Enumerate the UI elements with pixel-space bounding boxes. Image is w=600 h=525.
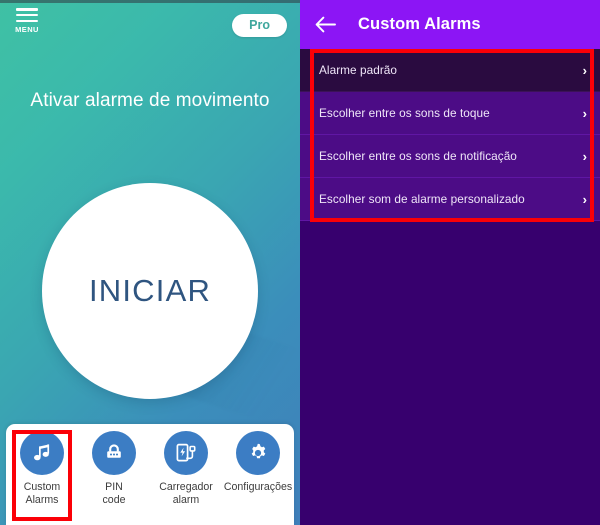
nav-item-pin-code[interactable]: PIN code xyxy=(80,431,148,506)
app-bar-title: Custom Alarms xyxy=(358,15,481,33)
list-item[interactable]: Alarme padrão › xyxy=(300,49,600,92)
nav-item-settings[interactable]: Configurações xyxy=(224,431,292,494)
chevron-right-icon: › xyxy=(582,191,587,207)
nav-item-custom-alarms[interactable]: Custom Alarms xyxy=(8,431,76,506)
nav-label-line1: PIN xyxy=(105,481,123,493)
list-item-label: Escolher entre os sons de notificação xyxy=(319,149,517,163)
start-button-label: INICIAR xyxy=(88,273,212,308)
pro-badge-button[interactable]: Pro xyxy=(232,14,287,37)
nav-label-line1: Carregador xyxy=(159,481,213,493)
status-bar-strip xyxy=(0,0,300,3)
list-item[interactable]: Escolher som de alarme personalizado › xyxy=(300,178,600,221)
chevron-right-icon: › xyxy=(582,148,587,164)
list-item-label: Escolher som de alarme personalizado xyxy=(319,192,525,206)
app-bar: Custom Alarms xyxy=(300,0,600,49)
bottom-nav-bar: Custom Alarms PIN code Carregador alarm … xyxy=(6,424,294,525)
chevron-right-icon: › xyxy=(582,105,587,121)
music-note-icon xyxy=(20,431,64,475)
nav-label-line1: Configurações xyxy=(223,481,293,493)
arrow-left-icon[interactable] xyxy=(312,12,338,38)
menu-label: MENU xyxy=(15,25,39,35)
list-item-label: Alarme padrão xyxy=(319,63,398,77)
list-item[interactable]: Escolher entre os sons de notificação › xyxy=(300,135,600,178)
hamburger-menu-icon xyxy=(16,8,38,25)
nav-label-line2: code xyxy=(102,493,126,506)
motion-alarm-screen: MENU Pro Ativar alarme de movimento INIC… xyxy=(0,0,300,525)
nav-item-charger-alarm[interactable]: Carregador alarm xyxy=(152,431,220,506)
alarm-options-list: Alarme padrão › Escolher entre os sons d… xyxy=(300,49,600,221)
pin-lock-icon xyxy=(92,431,136,475)
nav-label-settings: Configurações xyxy=(224,481,292,494)
custom-alarms-screen: Custom Alarms Alarme padrão › Escolher e… xyxy=(300,0,600,525)
page-title: Ativar alarme de movimento xyxy=(30,90,270,111)
nav-label-line2: Alarms xyxy=(25,493,59,506)
screenshot-root: MENU Pro Ativar alarme de movimento INIC… xyxy=(0,0,600,525)
nav-label-custom-alarms: Custom Alarms xyxy=(24,481,61,506)
start-button[interactable]: INICIAR xyxy=(42,183,258,399)
list-item[interactable]: Escolher entre os sons de toque › xyxy=(300,92,600,135)
gear-icon xyxy=(236,431,280,475)
nav-label-line1: Custom xyxy=(23,481,61,493)
nav-label-charger-alarm: Carregador alarm xyxy=(159,481,213,506)
chevron-right-icon: › xyxy=(582,62,587,78)
nav-label-line2: alarm xyxy=(172,493,200,506)
list-item-label: Escolher entre os sons de toque xyxy=(319,106,490,120)
hamburger-menu-button[interactable]: MENU xyxy=(10,8,44,42)
nav-label-pin-code: PIN code xyxy=(103,481,126,506)
phone-charger-icon xyxy=(164,431,208,475)
